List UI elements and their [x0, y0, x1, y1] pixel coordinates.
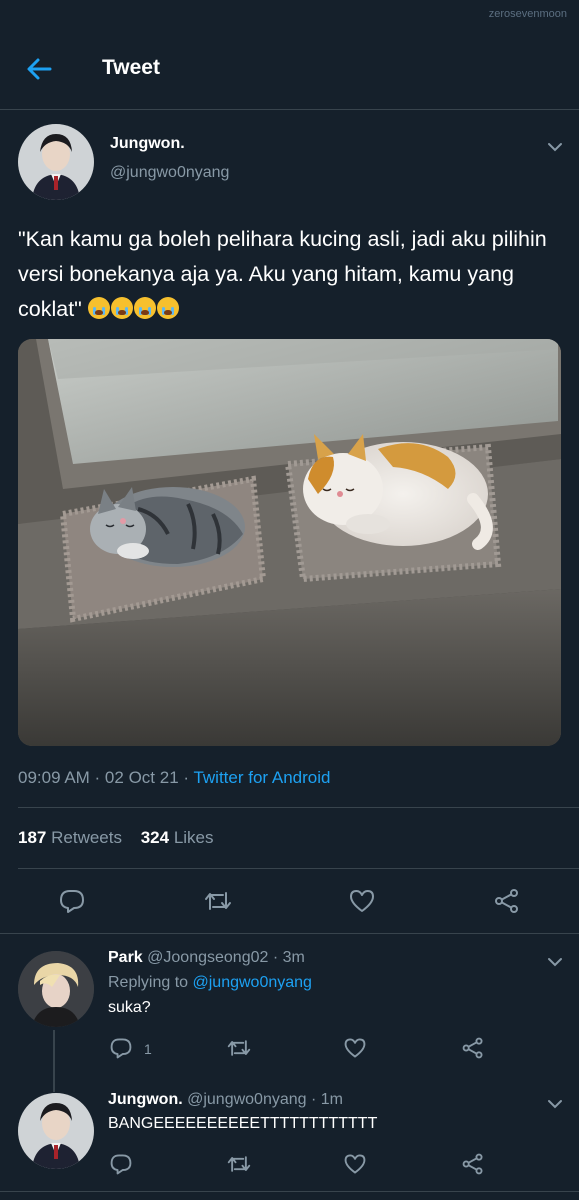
reply-header: Jungwon. @jungwo0nyang · 1m — [108, 1091, 343, 1109]
top-bar: Tweet — [0, 32, 579, 110]
tweet-actions — [0, 880, 579, 924]
reply-header: Park @Joongseong02 · 3m — [108, 949, 305, 967]
replying-to-handle[interactable]: @jungwo0nyang — [193, 974, 312, 991]
replying-to: Replying to @jungwo0nyang — [108, 974, 312, 992]
heart-icon[interactable] — [348, 887, 376, 915]
tweet-photo[interactable] — [18, 339, 561, 746]
tweet-text: "Kan kamu ga boleh pelihara kucing asli,… — [18, 222, 563, 327]
thread-line — [53, 1030, 55, 1092]
reply-icon[interactable] — [109, 1036, 133, 1060]
reply-text: BANGEEEEEEEEEETTTTTTTTTTTT — [108, 1115, 378, 1132]
tweet-time: 09:09 AM · 02 Oct 21 · — [18, 768, 194, 787]
crying-face-icon — [110, 297, 133, 319]
likes-count[interactable]: 324 — [141, 828, 169, 847]
reply-avatar[interactable] — [18, 951, 94, 1027]
page-title: Tweet — [102, 56, 160, 79]
back-arrow-icon[interactable] — [24, 54, 54, 84]
author-handle[interactable]: @jungwo0nyang — [110, 164, 229, 182]
reply-author-name[interactable]: Jungwon. — [108, 1091, 183, 1108]
crying-face-icon — [156, 297, 179, 319]
reply-icon[interactable] — [58, 887, 86, 915]
reply-handle-time[interactable]: @Joongseong02 · 3m — [147, 949, 305, 966]
author-avatar[interactable] — [18, 124, 94, 200]
reply-handle-time[interactable]: @jungwo0nyang · 1m — [187, 1091, 343, 1108]
heart-icon[interactable] — [343, 1152, 367, 1176]
reply-author-name[interactable]: Park — [108, 949, 143, 966]
tweet-stats: 187 Retweets 324 Likes — [18, 828, 214, 848]
likes-label[interactable]: Likes — [174, 828, 214, 847]
retweets-count[interactable]: 187 — [18, 828, 46, 847]
retweet-icon[interactable] — [226, 1036, 252, 1060]
share-icon[interactable] — [493, 887, 521, 915]
share-icon[interactable] — [461, 1036, 485, 1060]
chevron-down-icon[interactable] — [545, 1094, 565, 1114]
tweet-source[interactable]: Twitter for Android — [193, 768, 330, 787]
reply-count: 1 — [144, 1041, 152, 1057]
share-icon[interactable] — [461, 1152, 485, 1176]
chevron-down-icon[interactable] — [545, 952, 565, 972]
chevron-down-icon[interactable] — [545, 137, 565, 157]
retweet-icon[interactable] — [203, 887, 233, 915]
replying-to-label: Replying to — [108, 974, 193, 991]
crying-face-icon — [87, 297, 110, 319]
tweet-timestamp: 09:09 AM · 02 Oct 21 · Twitter for Andro… — [18, 768, 330, 788]
retweet-icon[interactable] — [226, 1152, 252, 1176]
reply-avatar[interactable] — [18, 1093, 94, 1169]
crying-face-icon — [133, 297, 156, 319]
author-name[interactable]: Jungwon. — [110, 135, 185, 153]
divider — [18, 868, 579, 869]
heart-icon[interactable] — [343, 1036, 367, 1060]
retweets-label[interactable]: Retweets — [51, 828, 122, 847]
reply-text: suka? — [108, 999, 151, 1016]
divider — [0, 1191, 579, 1192]
watermark: zerosevenmoon — [488, 8, 567, 20]
reply-icon[interactable] — [109, 1152, 133, 1176]
divider — [0, 933, 579, 934]
divider — [18, 807, 579, 808]
